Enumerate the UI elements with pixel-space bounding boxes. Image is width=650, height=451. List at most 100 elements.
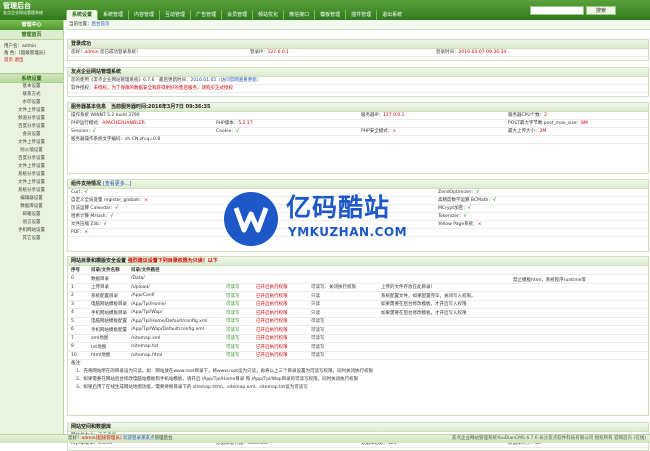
sidebar-home-link[interactable]: 管理首页 (0, 30, 63, 40)
sidebar-item[interactable]: 基本设置 (0, 83, 63, 91)
search-button[interactable]: 搜索 (586, 6, 616, 15)
server-cpu-label: 服务器CPU个数： (508, 113, 545, 118)
sidebar-item[interactable]: 文件上传设置 (0, 107, 63, 115)
charset-value: zh-CN,zh;q=0.8 (125, 137, 161, 142)
sidebar-item[interactable]: 编辑器设置 (0, 195, 63, 203)
server-row: 操作系统 WINNT 5.2 build 3790 服务器IP：127.0.0.1… (68, 112, 648, 120)
login-time-label: 登录时间： (436, 50, 459, 55)
nav-tab-10[interactable]: 退出系统 (376, 10, 407, 20)
perm-row: 5 电脑网站模板配置/App/Tpl/Home/Default/config.xm… (68, 317, 648, 326)
nav-tab-6[interactable]: 频站优化 (252, 10, 283, 20)
perm-cell (378, 342, 648, 352)
perm-row: 8 txt地图/sitemap.txt 可读写 已开启执行权限 可读写 (68, 342, 648, 352)
perm-cell: 上传目录 (88, 283, 128, 292)
sidebar-section-title[interactable]: 系统设置 (0, 73, 63, 83)
perm-row: 4 手机网站模板目录/App/Tpl/Wap/可读写 已开启执行权限 只读 如果需要在后… (68, 308, 648, 318)
breadcrumb-path[interactable]: 后台首页 (92, 22, 110, 27)
perm-header-cell (308, 266, 378, 275)
ext-label: PDF： (71, 230, 85, 235)
perm-cell: /App/Conf/ (128, 291, 223, 301)
server-panel-title: 服务器基本信息 当前服务器时间:2016年3月7日 09:36:35 (68, 103, 648, 112)
perm-row: 6 手机网站模板配置/App/Tpl/Wap/Default/config.xml… (68, 325, 648, 335)
perm-cell (378, 325, 648, 335)
nav-tab-0[interactable]: 系统设置 (66, 10, 98, 20)
perm-cell: 可读写 (308, 351, 378, 360)
ext-label: 哈希计算 MHash： (71, 214, 111, 219)
role-value: [超级管理员] (18, 51, 45, 56)
app-subtitle: 友点企业网站管理系统 (3, 10, 43, 15)
sidebar-item[interactable]: 系统分享设置 (0, 187, 63, 195)
perm-cell: 6 (68, 325, 88, 335)
sidebar-item[interactable]: 文件上传设置 (0, 163, 63, 171)
perm-notes: 1、先将网站所在的目录设为只读，如：网站放在www.root目录下，将www.r… (68, 368, 648, 392)
footer-user: admin (81, 436, 96, 441)
perm-cell: 如果需要在后台修改模板，才开启写入权限 (378, 300, 648, 309)
home-link[interactable]: 首页 (4, 58, 13, 63)
nav-tab-7[interactable]: 微信接口 (283, 10, 314, 20)
nav-tab-4[interactable]: 广告管理 (190, 10, 221, 20)
nav-tab-8[interactable]: 模板管理 (314, 10, 345, 20)
footer-link[interactable]: 欢迎登录莱友点 (123, 436, 155, 441)
sidebar-item[interactable]: 防火墙设置 (0, 147, 63, 155)
perm-cell: /App/Tpl/Wap/Default/config.xml (128, 325, 223, 335)
logout-link[interactable]: 退出 (14, 58, 23, 63)
search-input[interactable] (531, 7, 583, 14)
sidebar-item[interactable]: 百度分享设置 (0, 123, 63, 131)
perm-cell: 可读写 (308, 325, 378, 335)
sysinfo-update-link[interactable]: （访问官网查看更新） (216, 78, 261, 83)
nav-tab-5[interactable]: 会员管理 (221, 10, 252, 20)
perm-row: 7 xml地图/sitemap.xml 可读写 已开启执行权限 可读写 (68, 334, 648, 343)
license-text[interactable]: 未授权，为了保障的数据安全和获得更好的售后服务，请购买正式授权 (94, 86, 234, 91)
perm-header-row: 序号 目录/文件名称 目录/文件路径 (68, 266, 648, 275)
perm-cell: 只读 (308, 300, 378, 309)
sidebar-item[interactable]: 系统分享设置 (0, 171, 63, 179)
sidebar-item[interactable]: 频道分享设置 (0, 115, 63, 123)
server-os: WINNT 5.2 build 3790 (90, 113, 140, 118)
sidebar-item[interactable]: 其它设置 (0, 235, 63, 243)
sidebar-item[interactable]: 数据库设置 (0, 203, 63, 211)
footer-hello: 您好！ (68, 436, 82, 441)
perm-cell: 3 (68, 300, 88, 309)
sidebar-item[interactable]: 邮箱设置 (0, 211, 63, 219)
ext-label: 自定义全局变量 register_globals： (71, 198, 145, 203)
perm-cell: 可读写 (223, 351, 253, 360)
perm-cell: 系统配置目录 (88, 291, 128, 301)
sidebar-item[interactable]: 手机网站设置 (0, 227, 63, 235)
perm-notes-title: 备注： (71, 361, 85, 366)
top-nav: 系统设置 系统管理 内容管理 互动管理 广告管理 会员管理 频站优化 微信接口 模板管理 插件管理… (66, 10, 407, 20)
ext-value: × (144, 198, 148, 203)
user-info: 用户名：admin 角 色：[超级管理员] 首页 退出 (0, 40, 63, 67)
sidebar-item[interactable]: 文件上传设置 (0, 139, 63, 147)
ext-more-link[interactable]: [查看更多...] (103, 181, 132, 187)
server-panel: 服务器基本信息 当前服务器时间:2016年3月7日 09:36:35 操作系统 … (67, 102, 649, 174)
perm-cell: 已开启执行权限 (253, 308, 308, 318)
nav-tab-1[interactable]: 系统管理 (97, 10, 128, 20)
ext-title: 组件支持情况 (71, 181, 102, 187)
perm-panel-title: 网站目录和模版安全设置 强烈建议设置下列目录权限为只读！以下 (68, 257, 648, 266)
sidebar-item[interactable]: 百度分享设置 (0, 155, 63, 163)
perm-cell: 已开启执行权限 (253, 342, 308, 352)
nav-tab-9[interactable]: 插件管理 (345, 10, 376, 20)
perm-cell: 可读写 (223, 291, 253, 301)
sidebar-item[interactable]: 文件上传设置 (0, 179, 63, 187)
perm-cell: 电脑网站模板目录 (88, 300, 128, 309)
perm-cell: 可读写 (223, 342, 253, 352)
sidebar-item[interactable]: 联系方式 (0, 91, 63, 99)
cookie-label: Cookie： (216, 129, 236, 134)
perm-cell (253, 274, 308, 284)
user-name: admin (22, 44, 37, 49)
sidebar-item[interactable]: 语言设置 (0, 219, 63, 227)
sysinfo-date: 2016.01.05 (190, 78, 217, 83)
sidebar-item[interactable]: 会员设置 (0, 131, 63, 139)
nav-tab-3[interactable]: 互动管理 (159, 10, 190, 20)
sidebar-item[interactable]: 水印设置 (0, 99, 63, 107)
ext-value: × (477, 222, 482, 227)
nav-tab-2[interactable]: 内容管理 (128, 10, 159, 20)
perm-cell: 可读写 (223, 325, 253, 335)
top-bar: 管理后台 友点企业网站管理系统 系统设置 系统管理 内容管理 互动管理 广告管理 会员管理… (0, 0, 650, 20)
watermark-url: YMKUZHAN.COM (288, 225, 408, 239)
perm-cell: 如果需要在后台修改模板，才开启写入权限 (378, 308, 648, 318)
watermark-brand: 亿码酷站 (286, 193, 391, 222)
perm-cell: 可读写 (223, 317, 253, 326)
watermark-logo-graphic (233, 207, 269, 233)
